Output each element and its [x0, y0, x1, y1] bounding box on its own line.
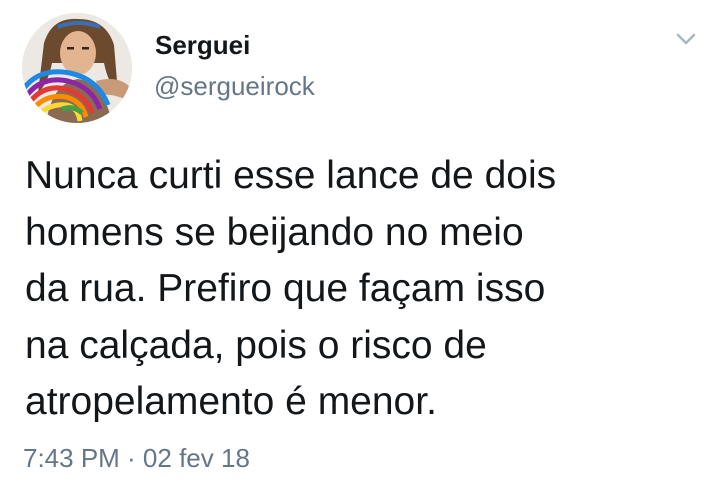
author-display-name[interactable]: Serguei: [155, 30, 250, 61]
tweet-timestamp[interactable]: 7:43 PM · 02 fev 18: [23, 443, 250, 474]
author-handle[interactable]: @sergueirock: [154, 71, 315, 102]
tweet-card: Serguei @sergueirock Nunca curti esse la…: [0, 0, 719, 492]
tweet-text: Nunca curti esse lance de dois homens se…: [25, 154, 557, 423]
chevron-down-icon[interactable]: [673, 30, 699, 48]
profile-photo-icon: [22, 13, 132, 123]
avatar[interactable]: [22, 13, 132, 123]
